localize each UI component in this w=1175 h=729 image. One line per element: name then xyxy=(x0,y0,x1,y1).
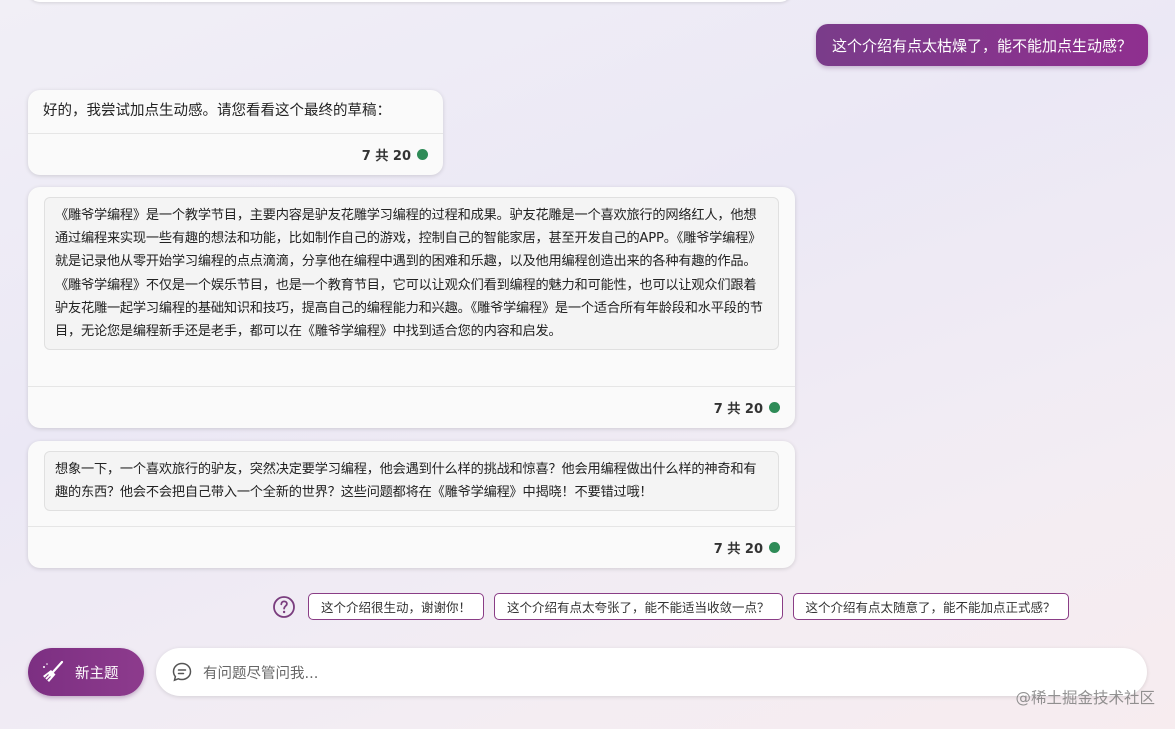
user-message-text: 这个介绍有点太枯燥了，能不能加点生动感？ xyxy=(831,36,1132,55)
previous-message-card-edge xyxy=(28,0,792,2)
suggestion-row: 这个介绍很生动，谢谢你！ 这个介绍有点太夸张了，能不能适当收敛一点？ 这个介绍有… xyxy=(272,593,1069,620)
status-dot-icon xyxy=(769,402,780,413)
watermark: @稀土掘金技术社区 xyxy=(1015,689,1155,707)
suggestion-chip[interactable]: 这个介绍有点太夸张了，能不能适当收敛一点？ xyxy=(494,593,783,620)
draft-card: 想象一下，一个喜欢旅行的驴友，突然决定要学习编程，他会遇到什么样的挑战和惊喜？他… xyxy=(28,441,795,568)
user-message-bubble: 这个介绍有点太枯燥了，能不能加点生动感？ xyxy=(815,24,1148,66)
question-circle-icon[interactable] xyxy=(272,595,296,619)
suggestion-chip[interactable]: 这个介绍很生动，谢谢你！ xyxy=(308,593,485,620)
turn-counter: 7 共 20 xyxy=(361,149,411,164)
turn-counter: 7 共 20 xyxy=(713,402,763,417)
response-footer: 7 共 20 xyxy=(28,133,443,175)
draft-card: 《雕爷学编程》是一个教学节目，主要内容是驴友花雕学习编程的过程和成果。驴友花雕是… xyxy=(28,187,795,428)
input-placeholder: 有问题尽管问我... xyxy=(203,665,319,682)
broom-icon xyxy=(43,660,64,682)
response-footer: 7 共 20 xyxy=(28,526,795,568)
new-topic-label: 新主题 xyxy=(75,665,119,682)
new-topic-button[interactable]: 新主题 xyxy=(28,648,144,696)
status-dot-icon xyxy=(769,542,780,553)
assistant-response-card: 好的，我尝试加点生动感。请您看看这个最终的草稿： 7 共 20 xyxy=(28,90,443,175)
intro-paragraph: 《雕爷学编程》是一个教学节目，主要内容是驴友花雕学习编程的过程和成果。驴友花雕是… xyxy=(44,197,779,351)
status-dot-icon xyxy=(417,149,428,160)
suggestion-chip[interactable]: 这个介绍有点太随意了，能不能加点正式感？ xyxy=(792,593,1069,620)
response-footer: 7 共 20 xyxy=(28,386,795,428)
hook-paragraph: 想象一下，一个喜欢旅行的驴友，突然决定要学习编程，他会遇到什么样的挑战和惊喜？他… xyxy=(44,451,779,512)
chat-bubble-icon xyxy=(172,662,192,682)
response-lead-text: 好的，我尝试加点生动感。请您看看这个最终的草稿： xyxy=(43,103,391,119)
turn-counter: 7 共 20 xyxy=(713,542,763,557)
chat-input[interactable]: 有问题尽管问我... xyxy=(156,648,1147,696)
